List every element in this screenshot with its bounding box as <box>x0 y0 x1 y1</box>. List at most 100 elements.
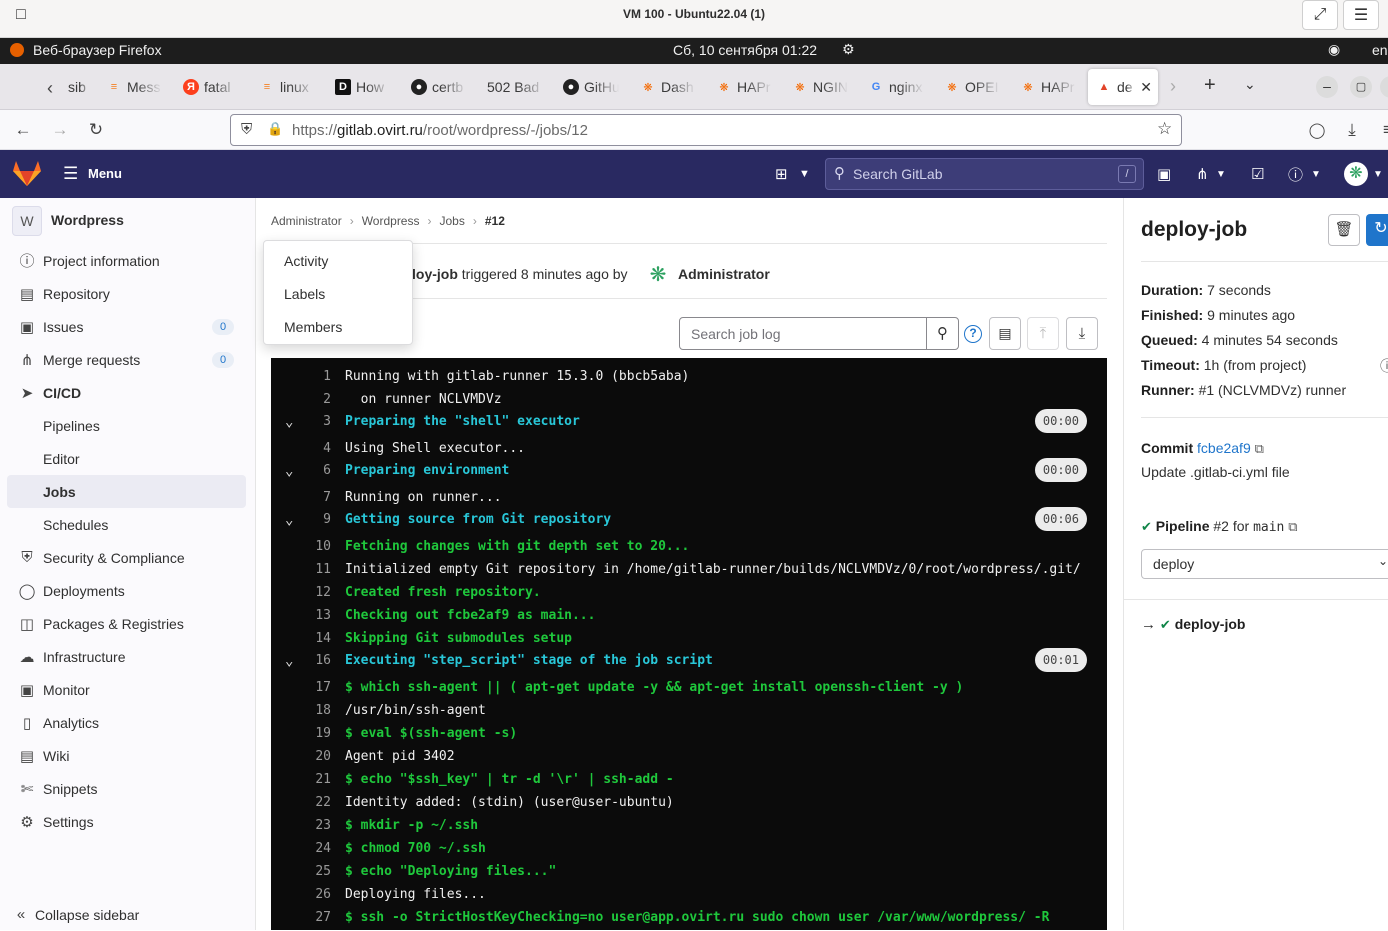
bookmark-star-icon[interactable]: ☆ <box>1157 119 1172 139</box>
log-line-number[interactable]: 13 <box>271 606 331 626</box>
sidebar-item-issues[interactable]: ▣ Issues 0 <box>0 310 256 343</box>
hamburger-menu-icon[interactable]: ☰ <box>1343 0 1379 30</box>
sidebar-item-settings[interactable]: ⚙ Settings <box>0 805 256 838</box>
new-tab-icon[interactable]: + <box>1204 74 1216 97</box>
project-avatar[interactable]: W <box>12 206 42 236</box>
sidebar-item-analytics[interactable]: ▯ Analytics <box>0 706 256 739</box>
log-line-number[interactable]: 19 <box>271 724 331 744</box>
clock[interactable]: Сб, 10 сентября 01:22 <box>673 42 817 58</box>
sidebar-item-packages[interactable]: ◫ Packages & Registries <box>0 607 256 640</box>
user-avatar[interactable]: ❋ <box>646 263 670 287</box>
tab[interactable]: ● GitHu <box>563 74 619 100</box>
copy-icon[interactable]: ⧉ <box>1288 519 1297 534</box>
sidebar-item-monitor[interactable]: ▣ Monitor <box>0 673 256 706</box>
breadcrumb-link[interactable]: Wordpress <box>362 214 420 228</box>
log-line-number[interactable]: 26 <box>271 885 331 905</box>
flyout-item-activity[interactable]: Activity <box>284 253 328 269</box>
merge-requests-icon[interactable]: ⋔ <box>1196 164 1209 184</box>
tab[interactable]: 502 Bad <box>487 74 545 100</box>
sidebar-item-wiki[interactable]: ▤ Wiki <box>0 739 256 772</box>
sidebar-item-editor[interactable]: Editor <box>0 442 256 475</box>
chevron-down-icon[interactable]: ▼ <box>799 164 810 184</box>
sidebar-item-snippets[interactable]: ✄ Snippets <box>0 772 256 805</box>
log-line-number[interactable]: 22 <box>271 793 331 813</box>
chevron-down-icon[interactable]: ▼ <box>1373 164 1383 184</box>
sidebar-item-infrastructure[interactable]: ☁ Infrastructure <box>0 640 256 673</box>
scroll-bottom-icon[interactable]: ⤓ <box>1066 317 1098 350</box>
menu-icon[interactable]: ☰ <box>63 164 78 184</box>
log-line-number[interactable]: 6 <box>271 461 331 481</box>
commit-sha-link[interactable]: fcbe2af9 <box>1197 440 1251 456</box>
tab[interactable]: ≡ linux <box>259 74 315 100</box>
log-line-number[interactable]: 20 <box>271 747 331 767</box>
job-name[interactable]: loy-job <box>412 266 458 282</box>
log-line-number[interactable]: 10 <box>271 537 331 557</box>
pocket-icon[interactable]: ◯ <box>1305 118 1329 142</box>
reload-icon[interactable]: ↻ <box>84 118 108 142</box>
minimize-icon[interactable]: – <box>1316 76 1338 98</box>
tab-active[interactable]: ▲ de ✕ <box>1088 69 1158 105</box>
log-line-number[interactable]: 1 <box>271 367 331 387</box>
copy-icon[interactable]: ⧉ <box>1255 441 1264 456</box>
breadcrumb-current[interactable]: #12 <box>485 214 505 228</box>
info-icon[interactable]: ⓘ <box>1380 356 1388 376</box>
tab[interactable]: ❋ HAPr <box>716 74 772 100</box>
active-app-label[interactable]: Веб-браузер Firefox <box>33 42 162 58</box>
sidebar-item-repository[interactable]: ▤ Repository <box>0 277 256 310</box>
downloads-icon[interactable]: ⤓ <box>1340 118 1364 142</box>
log-line-number[interactable]: 11 <box>271 560 331 580</box>
menu-label[interactable]: Menu <box>88 166 122 181</box>
stage-select[interactable]: deploy ⌄ <box>1141 549 1388 579</box>
sidebar-item-schedules[interactable]: Schedules <box>0 508 256 541</box>
close-window-icon[interactable] <box>1380 76 1388 98</box>
delete-log-icon[interactable]: 🗑 <box>1328 214 1360 246</box>
tab[interactable]: sib <box>68 74 90 100</box>
log-line-number[interactable]: 18 <box>271 701 331 721</box>
fullscreen-icon[interactable]: ⤢ <box>1302 0 1338 30</box>
log-line-number[interactable]: 21 <box>271 770 331 790</box>
search-icon[interactable]: ⚲ <box>926 317 959 350</box>
search-input[interactable]: ⚲ Search GitLab / <box>825 158 1144 190</box>
url-bar[interactable]: ⛨ 🔒 https://gitlab.ovirt.ru/root/wordpre… <box>230 114 1182 146</box>
chevron-down-icon[interactable]: ▼ <box>1311 164 1321 184</box>
sidebar-item-merge-requests[interactable]: ⋔ Merge requests 0 <box>0 343 256 376</box>
log-line-number[interactable]: 24 <box>271 839 331 859</box>
tab[interactable]: ❋ HAPr <box>1020 74 1076 100</box>
sidebar-item-ci-cd[interactable]: ➤ CI/CD <box>0 376 256 409</box>
log-line-number[interactable]: 3 <box>271 412 331 432</box>
tab[interactable]: ❋ Dash <box>640 74 696 100</box>
lock-icon[interactable]: 🔒 <box>267 121 283 137</box>
log-line-number[interactable]: 12 <box>271 583 331 603</box>
sidebar-item-project-information[interactable]: ⓘ Project information <box>0 244 256 277</box>
collapse-sidebar-button[interactable]: « Collapse sidebar <box>0 898 256 931</box>
bell-icon[interactable]: ⚙ <box>842 41 855 58</box>
log-line-number[interactable]: 16 <box>271 651 331 671</box>
log-line-number[interactable]: 9 <box>271 510 331 530</box>
back-icon[interactable]: ← <box>11 118 35 142</box>
log-line-number[interactable]: 17 <box>271 678 331 698</box>
maximize-icon[interactable]: ▢ <box>1350 76 1372 98</box>
chevron-down-icon[interactable]: ▼ <box>1216 164 1226 184</box>
tab[interactable]: ❋ OPEI <box>944 74 1000 100</box>
accessibility-icon[interactable]: ◉ <box>1328 41 1340 58</box>
scroll-top-icon[interactable]: ⤒ <box>1027 317 1059 350</box>
flyout-item-members[interactable]: Members <box>284 319 342 335</box>
keyboard-layout[interactable]: en <box>1372 42 1388 58</box>
raw-log-icon[interactable]: ▤ <box>989 317 1021 350</box>
tab[interactable]: ≡ Mess <box>106 74 162 100</box>
shield-icon[interactable]: ⛨ <box>241 121 252 138</box>
log-line-number[interactable]: 25 <box>271 862 331 882</box>
branch-link[interactable]: main <box>1253 520 1284 535</box>
sidebar-item-security[interactable]: ⛨ Security & Compliance <box>0 541 256 574</box>
log-line-number[interactable]: 23 <box>271 816 331 836</box>
create-new-icon[interactable]: ⊞ <box>775 164 788 184</box>
retry-button[interactable]: ↻ <box>1366 214 1388 246</box>
tabs-scroll-right-icon[interactable]: › <box>1170 76 1176 97</box>
tab[interactable]: ● certb <box>411 74 467 100</box>
sidebar-item-pipelines[interactable]: Pipelines <box>0 409 256 442</box>
log-line-number[interactable]: 4 <box>271 439 331 459</box>
log-line-number[interactable]: 7 <box>271 488 331 508</box>
pipeline-link[interactable]: #2 <box>1213 518 1229 534</box>
issues-icon[interactable]: ▣ <box>1157 164 1171 184</box>
sidebar-item-deployments[interactable]: ◯ Deployments <box>0 574 256 607</box>
